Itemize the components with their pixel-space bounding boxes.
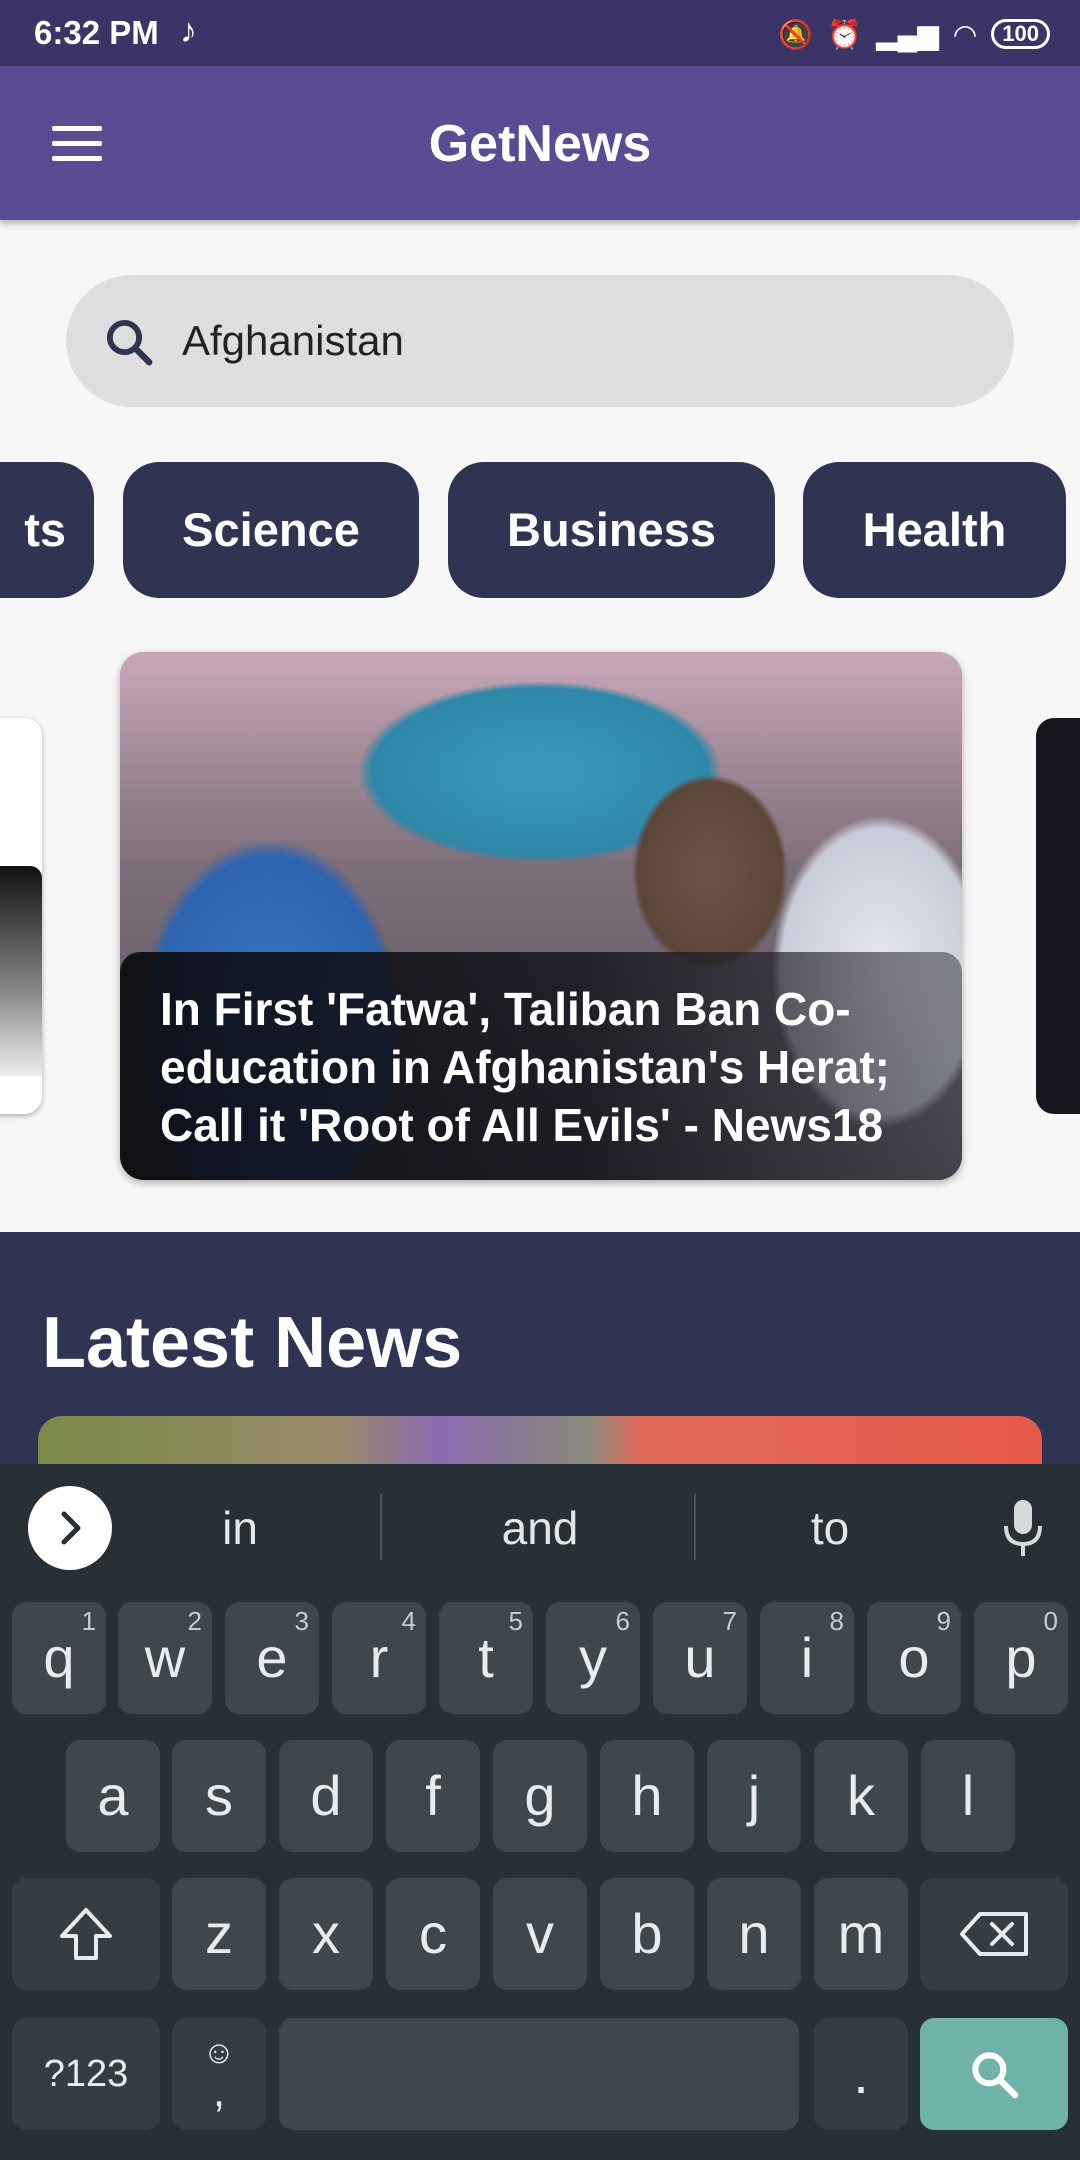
carousel-card-next[interactable] <box>1036 718 1080 1114</box>
space-key[interactable] <box>279 2018 799 2130</box>
key-l[interactable]: l <box>921 1740 1015 1852</box>
shift-key[interactable] <box>12 1878 160 1990</box>
suggestion-in[interactable]: in <box>150 1492 330 1564</box>
key-q[interactable]: q1 <box>12 1602 106 1714</box>
screen: 6:32 PM ♪ 🔕 ⏰ ▂▄▆ ◠ 100 GetNews Afghanis… <box>0 0 1080 2160</box>
expand-suggestions-button[interactable] <box>28 1486 112 1570</box>
category-chip-science[interactable]: Science <box>123 462 419 598</box>
status-time: 6:32 PM <box>34 14 159 51</box>
emoji-comma-key[interactable]: ☺ , <box>172 2018 266 2130</box>
search-icon <box>972 2052 1019 2099</box>
music-note-icon: ♪ <box>180 12 197 50</box>
category-chip-health[interactable]: Health <box>803 462 1066 598</box>
key-v[interactable]: v <box>493 1878 587 1990</box>
status-bar: 6:32 PM ♪ 🔕 ⏰ ▂▄▆ ◠ 100 <box>0 0 1080 66</box>
key-x[interactable]: x <box>279 1878 373 1990</box>
key-o[interactable]: o9 <box>867 1602 961 1714</box>
symbols-key[interactable]: ?123 <box>12 2018 160 2130</box>
key-p[interactable]: p0 <box>974 1602 1068 1714</box>
key-t[interactable]: t5 <box>439 1602 533 1714</box>
keyboard: in and to q1 w2 e3 r4 t5 y6 u7 i8 o9 p0 … <box>0 1464 1080 2160</box>
key-f[interactable]: f <box>386 1740 480 1852</box>
search-icon <box>106 319 153 366</box>
signal-icon: ▂▄▆ <box>875 18 939 50</box>
key-b[interactable]: b <box>600 1878 694 1990</box>
category-chip-business[interactable]: Business <box>448 462 775 598</box>
headline-overlay: In First 'Fatwa', Taliban Ban Co-educati… <box>120 952 962 1180</box>
notifications-off-icon: 🔕 <box>778 18 814 50</box>
key-e[interactable]: e3 <box>225 1602 319 1714</box>
key-m[interactable]: m <box>814 1878 908 1990</box>
app-title: GetNews <box>428 115 652 173</box>
suggestion-and[interactable]: and <box>420 1492 660 1564</box>
key-c[interactable]: c <box>386 1878 480 1990</box>
key-i[interactable]: i8 <box>760 1602 854 1714</box>
backspace-key[interactable] <box>920 1878 1068 1990</box>
backspace-icon <box>960 1912 1028 1956</box>
app-bar: GetNews <box>0 66 1080 220</box>
status-icons: 🔕 ⏰ ▂▄▆ ◠ 100 <box>778 12 1050 56</box>
key-a[interactable]: a <box>66 1740 160 1852</box>
key-z[interactable]: z <box>172 1878 266 1990</box>
wifi-icon: ◠ <box>952 18 978 50</box>
key-h[interactable]: h <box>600 1740 694 1852</box>
search-bar[interactable]: Afghanistan <box>66 275 1014 407</box>
carousel-card-previous[interactable] <box>0 718 42 1114</box>
key-g[interactable]: g <box>493 1740 587 1852</box>
key-k[interactable]: k <box>814 1740 908 1852</box>
carousel-card-main[interactable]: In First 'Fatwa', Taliban Ban Co-educati… <box>120 652 962 1180</box>
shift-icon <box>60 1908 112 1960</box>
latest-news-title: Latest News <box>42 1303 463 1383</box>
period-key[interactable]: . <box>814 2018 908 2130</box>
key-y[interactable]: y6 <box>546 1602 640 1714</box>
key-d[interactable]: d <box>279 1740 373 1852</box>
key-u[interactable]: u7 <box>653 1602 747 1714</box>
search-action-key[interactable] <box>920 2018 1068 2130</box>
key-r[interactable]: r4 <box>332 1602 426 1714</box>
chevron-right-icon <box>61 1511 81 1545</box>
key-s[interactable]: s <box>172 1740 266 1852</box>
suggestion-to[interactable]: to <box>740 1492 920 1564</box>
category-chip-sports[interactable]: ts <box>0 462 94 598</box>
key-n[interactable]: n <box>707 1878 801 1990</box>
headline-text: In First 'Fatwa', Taliban Ban Co-educati… <box>160 983 890 1151</box>
battery-icon: 100 <box>991 19 1050 49</box>
microphone-icon[interactable] <box>1000 1498 1046 1560</box>
key-w[interactable]: w2 <box>118 1602 212 1714</box>
search-input[interactable]: Afghanistan <box>182 275 404 407</box>
alarm-icon: ⏰ <box>827 18 862 50</box>
key-j[interactable]: j <box>707 1740 801 1852</box>
